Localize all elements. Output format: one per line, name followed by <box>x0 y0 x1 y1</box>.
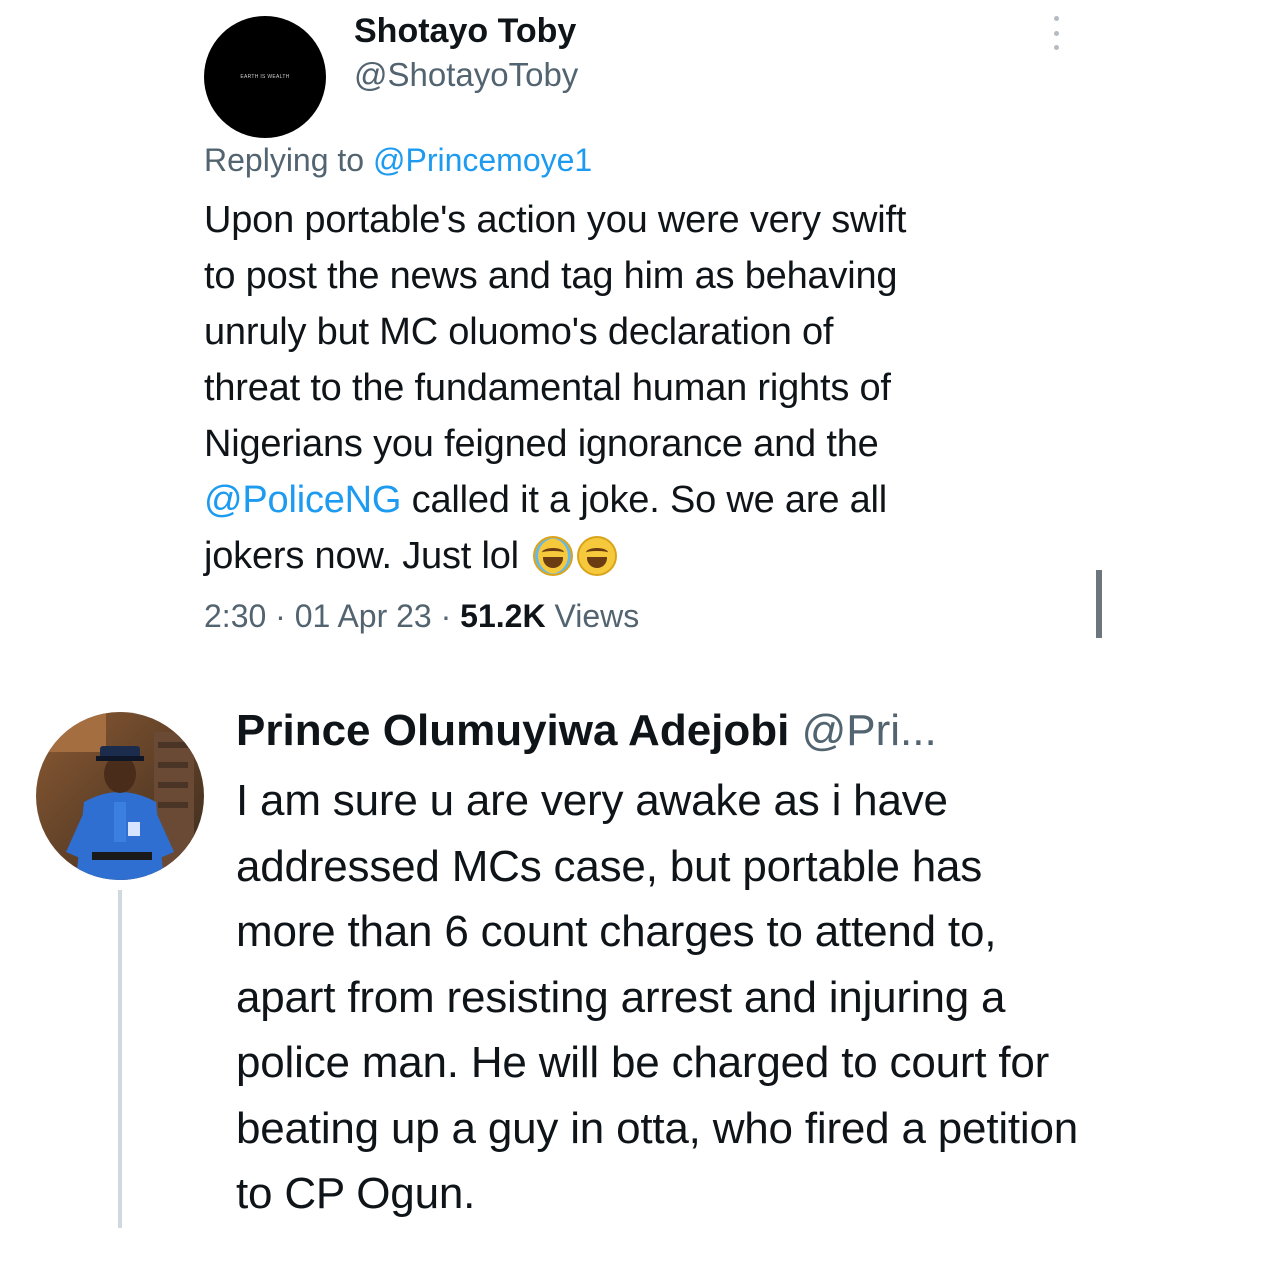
separator: · <box>440 598 452 634</box>
reply-text-line: police man. He will be charged to court … <box>236 1038 1050 1087</box>
reply-text-line: to CP Ogun. <box>236 1169 476 1218</box>
tweet-time[interactable]: 2:30 <box>204 598 266 634</box>
reply-author-handle[interactable]: @Pri... <box>802 706 937 755</box>
police-officer-photo-icon <box>36 712 204 880</box>
reply-text-line: I am sure u are very awake as i have <box>236 776 948 825</box>
tweet-text-line: @PoliceNG called it a joke. So we are al… <box>204 472 1084 528</box>
thread-line <box>118 890 122 1228</box>
tweet-text-line: Upon portable's action you were very swi… <box>204 199 907 241</box>
mention-link[interactable]: @PoliceNG <box>204 479 401 521</box>
reply-author[interactable]: Prince Olumuyiwa Adejobi @Pri... <box>236 706 937 756</box>
tweet-metadata: 2:30 · 01 Apr 23 · 51.2K Views <box>204 598 639 635</box>
reply-text: I am sure u are very awake as i have add… <box>236 768 1246 1227</box>
tweet-text-line: to post the news and tag him as behaving <box>204 255 898 297</box>
reply-text-line: apart from resisting arrest and injuring… <box>236 972 1006 1022</box>
face-with-tears-of-joy-icon <box>533 536 574 576</box>
tweet-text-line: unruly but MC oluomo's declaration of <box>204 311 834 353</box>
grinning-squinting-face-icon <box>577 536 618 576</box>
tweet-text-line: threat to the fundamental human rights o… <box>204 367 891 409</box>
prince-avatar[interactable] <box>36 712 204 880</box>
views-count: 51.2K <box>460 598 546 634</box>
tweet-text-segment: jokers now. Just lol <box>204 535 519 577</box>
tweet-date[interactable]: 01 Apr 23 <box>295 598 432 634</box>
avatar-logo-text: EARTH IS WEALTH <box>240 74 290 80</box>
reply-text-line: addressed MCs case, but portable has <box>236 841 983 891</box>
reply-text-line: beating up a guy in otta, who fired a pe… <box>236 1103 1079 1153</box>
replying-to: Replying to @Princemoye1 <box>204 142 592 179</box>
tweet-text-line: jokers now. Just lol <box>204 528 1084 584</box>
views-label: Views <box>554 598 640 634</box>
text-cursor <box>1096 570 1102 638</box>
tweet-text-segment: called it a joke. So we are all <box>401 479 888 521</box>
reply-text-line: more than 6 count charges to attend to, <box>236 907 997 956</box>
reply-author-name[interactable]: Prince Olumuyiwa Adejobi <box>236 706 789 755</box>
author-name[interactable]: Shotayo Toby <box>354 12 576 51</box>
replying-to-handle-link[interactable]: @Princemoye1 <box>373 142 592 178</box>
replying-to-label: Replying to <box>204 142 365 178</box>
shotayo-avatar[interactable]: EARTH IS WEALTH <box>204 16 326 138</box>
tweet-text-line: Nigerians you feigned ignorance and the <box>204 423 879 465</box>
author-handle[interactable]: @ShotayoToby <box>354 56 578 94</box>
more-options-icon[interactable] <box>1046 16 1066 50</box>
tweet-text: Upon portable's action you were very swi… <box>204 192 1084 584</box>
separator: · <box>275 598 286 634</box>
